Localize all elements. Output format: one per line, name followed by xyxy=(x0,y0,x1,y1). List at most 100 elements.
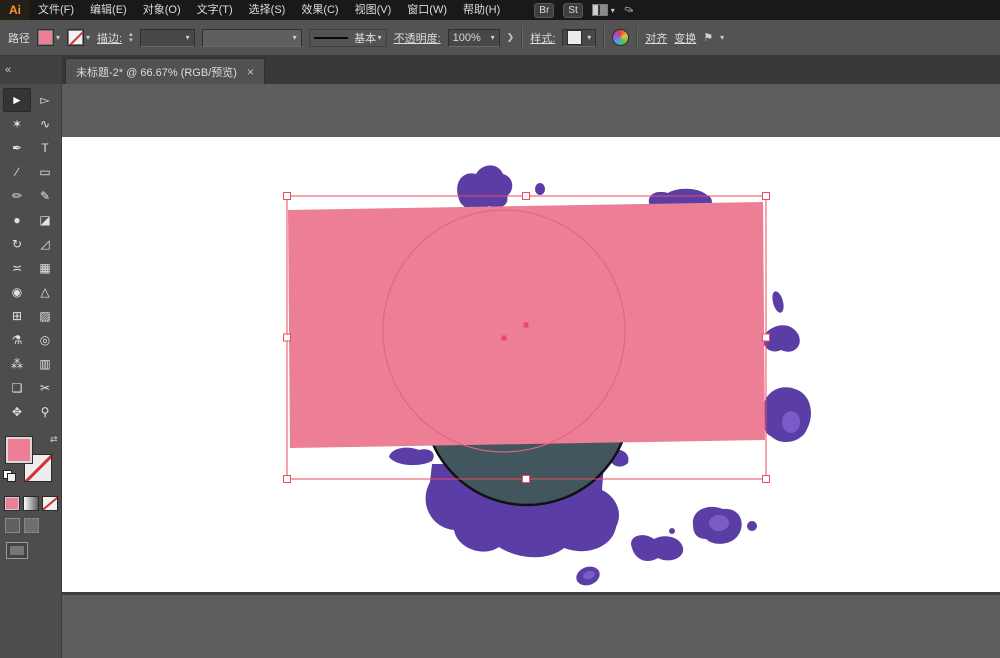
hand-tool[interactable]: ✥ xyxy=(3,400,31,424)
selection-handle[interactable] xyxy=(763,334,770,341)
selection-handle[interactable] xyxy=(284,476,291,483)
fill-color-indicator[interactable] xyxy=(5,436,33,464)
slice-tool[interactable]: ✂ xyxy=(31,376,59,400)
stroke-color-picker[interactable]: ▾ xyxy=(67,29,90,46)
align-panel-link[interactable]: 对齐 xyxy=(645,30,667,46)
stroke-width-combo[interactable]: ▾ xyxy=(140,29,195,47)
default-fill-stroke-icon[interactable] xyxy=(3,470,16,481)
line-segment-tool[interactable]: ∕ xyxy=(3,160,31,184)
width-tool[interactable]: ≍ xyxy=(3,256,31,280)
spin-down-icon[interactable]: ▾ xyxy=(129,38,133,44)
brush-definition-combo[interactable]: ▾ xyxy=(202,29,302,47)
cs-live-icon[interactable]: ✑ xyxy=(622,2,636,19)
selection-handle[interactable] xyxy=(763,193,770,200)
selection-handle[interactable] xyxy=(284,334,291,341)
app-logo[interactable]: Ai xyxy=(0,0,30,20)
transform-panel-link[interactable]: 变换 xyxy=(674,30,696,46)
recolor-artwork-icon[interactable] xyxy=(612,29,629,46)
gradient-tool[interactable]: ▨ xyxy=(31,304,59,328)
menu-item-2[interactable]: 对象(O) xyxy=(135,0,189,20)
separator xyxy=(603,26,605,50)
document-tab-bar: « 未标题-2* @ 66.67% (RGB/预览) × xyxy=(0,56,1000,84)
line-style-preview xyxy=(314,37,348,39)
variable-width-profile-combo[interactable]: 基本 ▾ xyxy=(309,29,387,47)
fill-color-picker[interactable]: ▾ xyxy=(37,29,60,46)
center-point[interactable] xyxy=(524,323,529,328)
default-stroke-chip xyxy=(7,473,16,482)
paintbrush-tool[interactable]: ✏ xyxy=(3,184,31,208)
toolbar-collapse-button[interactable]: « xyxy=(0,56,62,84)
artboard-tool[interactable]: ❏ xyxy=(3,376,31,400)
magic-wand-tool[interactable]: ✶ xyxy=(3,112,31,136)
swap-fill-stroke-icon[interactable]: ⇄ xyxy=(50,434,58,445)
draw-behind-button[interactable] xyxy=(24,518,39,533)
selection-handle[interactable] xyxy=(523,476,530,483)
style-panel-link[interactable]: 样式: xyxy=(530,30,555,46)
menu-item-6[interactable]: 视图(V) xyxy=(347,0,400,20)
menu-item-5[interactable]: 效果(C) xyxy=(293,0,346,20)
document-tab[interactable]: 未标题-2* @ 66.67% (RGB/预览) × xyxy=(65,58,265,84)
pencil-tool[interactable]: ✎ xyxy=(31,184,59,208)
scale-tool[interactable]: ◿ xyxy=(31,232,59,256)
stroke-width-stepper[interactable]: ▴ ▾ xyxy=(129,32,133,44)
chevron-down-icon: ▾ xyxy=(378,33,382,42)
menu-item-8[interactable]: 帮助(H) xyxy=(455,0,508,20)
center-point[interactable] xyxy=(502,336,507,341)
menu-item-1[interactable]: 编辑(E) xyxy=(82,0,135,20)
close-icon[interactable]: × xyxy=(247,65,254,79)
separator xyxy=(636,26,638,50)
menubar-extras: Br St ▾ ✑ xyxy=(534,3,634,18)
menu-item-7[interactable]: 窗口(W) xyxy=(399,0,455,20)
rectangle-tool[interactable]: ▭ xyxy=(31,160,59,184)
fill-color-swatch[interactable] xyxy=(37,29,54,46)
mesh-tool[interactable]: ⊞ xyxy=(3,304,31,328)
screen-mode-button[interactable] xyxy=(6,542,28,559)
tool-panel: ►▻✶∿✒T∕▭✏✎●◪↻◿≍▦◉△⊞▨⚗◎⁂▥❏✂✥⚲ ⇄ xyxy=(0,84,62,658)
pen-tool[interactable]: ✒ xyxy=(3,136,31,160)
selection-type-label: 路径 xyxy=(8,30,30,46)
none-button[interactable] xyxy=(42,496,58,511)
gradient-button[interactable] xyxy=(23,496,39,511)
chevron-down-icon: ▾ xyxy=(611,6,615,15)
graphic-style-swatch xyxy=(567,30,582,45)
menu-item-0[interactable]: 文件(F) xyxy=(30,0,82,20)
canvas[interactable] xyxy=(62,84,1000,658)
line-style-value: 基本 xyxy=(354,30,376,46)
type-tool[interactable]: T xyxy=(31,136,59,160)
blob-brush-tool[interactable]: ● xyxy=(3,208,31,232)
lasso-tool[interactable]: ∿ xyxy=(31,112,59,136)
selection-handle[interactable] xyxy=(523,193,530,200)
workspace-switcher[interactable]: ▾ xyxy=(592,4,615,16)
menu-bar: Ai 文件(F)编辑(E)对象(O)文字(T)选择(S)效果(C)视图(V)窗口… xyxy=(0,0,1000,20)
blend-tool[interactable]: ◎ xyxy=(31,328,59,352)
color-button[interactable] xyxy=(4,496,20,511)
shape-builder-tool[interactable]: ◉ xyxy=(3,280,31,304)
menu-item-3[interactable]: 文字(T) xyxy=(189,0,241,20)
tool-grid: ►▻✶∿✒T∕▭✏✎●◪↻◿≍▦◉△⊞▨⚗◎⁂▥❏✂✥⚲ xyxy=(3,88,59,424)
direct-selection-tool[interactable]: ▻ xyxy=(31,88,59,112)
eyedropper-tool[interactable]: ⚗ xyxy=(3,328,31,352)
opacity-panel-link[interactable]: 不透明度: xyxy=(394,30,441,46)
draw-normal-button[interactable] xyxy=(5,518,20,533)
options-flag-icon[interactable]: ⚑ xyxy=(703,31,713,44)
eraser-tool[interactable]: ◪ xyxy=(31,208,59,232)
perspective-grid-tool[interactable]: △ xyxy=(31,280,59,304)
selection-handle[interactable] xyxy=(284,193,291,200)
symbol-sprayer-tool[interactable]: ⁂ xyxy=(3,352,31,376)
opacity-expand-icon[interactable]: ❯ xyxy=(507,32,515,43)
rotate-tool[interactable]: ↻ xyxy=(3,232,31,256)
stroke-color-swatch[interactable] xyxy=(67,29,84,46)
bridge-button[interactable]: Br xyxy=(534,3,554,18)
opacity-combo[interactable]: 100% ▾ xyxy=(448,29,500,47)
chevron-down-icon: ▾ xyxy=(186,33,190,42)
selection-tool[interactable]: ► xyxy=(3,88,31,112)
column-graph-tool[interactable]: ▥ xyxy=(31,352,59,376)
zoom-tool[interactable]: ⚲ xyxy=(31,400,59,424)
graphic-style-combo[interactable]: ▾ xyxy=(562,29,596,47)
chevron-down-icon: ▾ xyxy=(587,33,591,42)
stroke-panel-link[interactable]: 描边: xyxy=(97,30,122,46)
free-transform-tool[interactable]: ▦ xyxy=(31,256,59,280)
menu-item-4[interactable]: 选择(S) xyxy=(241,0,294,20)
stock-button[interactable]: St xyxy=(563,3,582,18)
selection-handle[interactable] xyxy=(763,476,770,483)
